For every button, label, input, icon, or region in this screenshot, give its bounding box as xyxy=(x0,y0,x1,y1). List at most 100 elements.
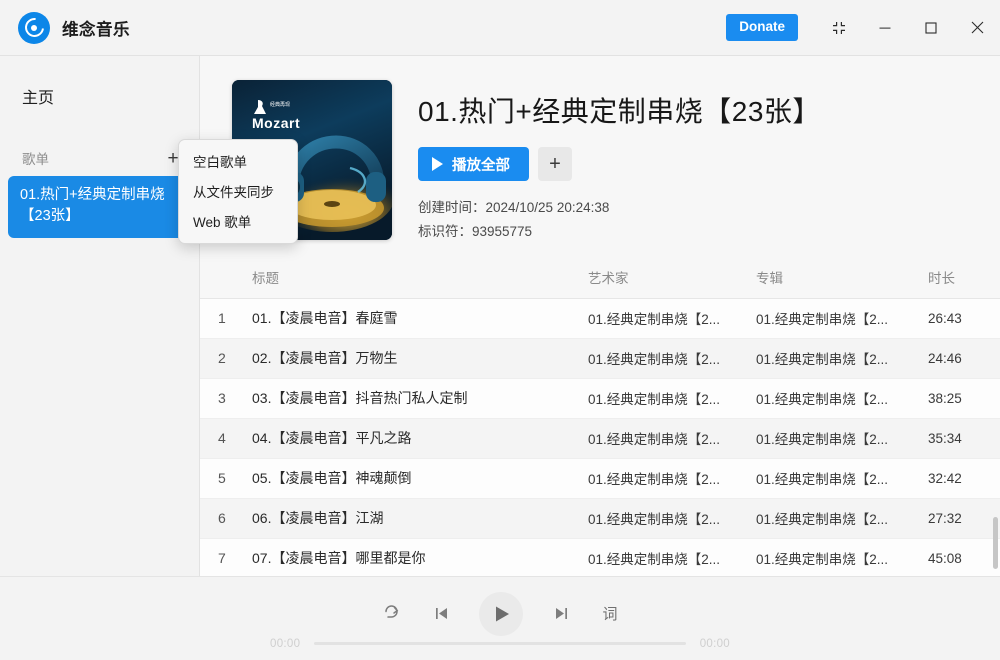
lyrics-button[interactable]: 词 xyxy=(599,602,621,626)
track-index: 1 xyxy=(200,299,252,339)
add-songs-button[interactable]: + xyxy=(538,147,572,181)
track-artist: 01.经典定制串烧【2... xyxy=(588,539,756,576)
table-header-row: 标题 艺术家 专辑 时长 xyxy=(200,261,1000,299)
menu-item-sync-from-folder[interactable]: 从文件夹同步 xyxy=(179,176,297,206)
minimize-icon[interactable] xyxy=(862,0,908,55)
track-album: 01.经典定制串烧【2... xyxy=(756,339,928,379)
scrollbar-thumb[interactable] xyxy=(993,517,998,569)
track-title: 05.【凌晨电音】神魂颠倒 xyxy=(252,459,588,499)
track-table-head: 标题 艺术家 专辑 时长 xyxy=(200,261,1000,299)
track-duration: 45:08 xyxy=(928,539,1000,576)
table-row[interactable]: 404.【凌晨电音】平凡之路01.经典定制串烧【2...01.经典定制串烧【2.… xyxy=(200,419,1000,459)
play-all-button[interactable]: 播放全部 xyxy=(418,147,529,181)
create-playlist-menu: 空白歌单 从文件夹同步 Web 歌单 xyxy=(178,139,298,244)
track-index: 3 xyxy=(200,379,252,419)
track-list-scrollbar[interactable] xyxy=(993,517,998,576)
page-title: 01.热门+经典定制串烧【23张】 xyxy=(418,90,821,130)
track-index: 5 xyxy=(200,459,252,499)
track-artist: 01.经典定制串烧【2... xyxy=(588,499,756,539)
compress-icon[interactable] xyxy=(816,0,862,55)
sidebar-section-playlists: 歌单 + xyxy=(0,146,199,170)
track-artist: 01.经典定制串烧【2... xyxy=(588,299,756,339)
player-progress: 00:00 00:00 xyxy=(270,638,730,650)
track-index: 7 xyxy=(200,539,252,576)
app-brand: 维念音乐 xyxy=(0,12,130,44)
menu-item-web-playlist[interactable]: Web 歌单 xyxy=(179,206,297,236)
playlist-info: 01.热门+经典定制串烧【23张】 播放全部 + 创建时间：2024/10/25… xyxy=(418,80,821,243)
track-duration: 38:25 xyxy=(928,379,1000,419)
track-title: 03.【凌晨电音】抖音热门私人定制 xyxy=(252,379,588,419)
track-album: 01.经典定制串烧【2... xyxy=(756,539,928,576)
track-artist: 01.经典定制串烧【2... xyxy=(588,379,756,419)
column-header-artist[interactable]: 艺术家 xyxy=(588,261,756,299)
play-icon xyxy=(432,157,443,171)
sidebar-section-label: 歌单 xyxy=(22,148,49,168)
play-pause-button[interactable] xyxy=(479,592,523,636)
maximize-icon[interactable] xyxy=(908,0,954,55)
track-artist: 01.经典定制串烧【2... xyxy=(588,419,756,459)
previous-track-icon[interactable] xyxy=(429,602,453,626)
playlist-header: Mozart 经典再现 01.热门+经典定制串烧【23张】 播放全部 + xyxy=(200,56,1000,243)
column-header-duration[interactable]: 时长 xyxy=(928,261,1000,299)
title-bar: 维念音乐 Donate xyxy=(0,0,1000,56)
music-circle-logo-icon xyxy=(18,12,50,44)
track-duration: 32:42 xyxy=(928,459,1000,499)
track-title: 04.【凌晨电音】平凡之路 xyxy=(252,419,588,459)
track-album: 01.经典定制串烧【2... xyxy=(756,499,928,539)
track-index: 2 xyxy=(200,339,252,379)
track-duration: 26:43 xyxy=(928,299,1000,339)
playlist-actions: 播放全部 + xyxy=(418,147,821,181)
svg-text:Mozart: Mozart xyxy=(252,115,300,131)
app-body: 主页 歌单 + 01.热门+经典定制串烧【23张】 xyxy=(0,56,1000,576)
column-header-index[interactable] xyxy=(200,261,252,299)
sidebar-item-home[interactable]: 主页 xyxy=(0,78,199,114)
table-row[interactable]: 101.【凌晨电音】春庭雪01.经典定制串烧【2...01.经典定制串烧【2..… xyxy=(200,299,1000,339)
table-row[interactable]: 707.【凌晨电音】哪里都是你01.经典定制串烧【2...01.经典定制串烧【2… xyxy=(200,539,1000,576)
identifier-label: 标识符： xyxy=(418,224,472,239)
track-title: 06.【凌晨电音】江湖 xyxy=(252,499,588,539)
created-time-label: 创建时间： xyxy=(418,200,486,215)
sidebar-item-playlist[interactable]: 01.热门+经典定制串烧【23张】 xyxy=(8,176,191,238)
track-index: 4 xyxy=(200,419,252,459)
svg-text:经典再现: 经典再现 xyxy=(270,101,290,108)
table-row[interactable]: 202.【凌晨电音】万物生01.经典定制串烧【2...01.经典定制串烧【2..… xyxy=(200,339,1000,379)
track-title: 07.【凌晨电音】哪里都是你 xyxy=(252,539,588,576)
track-duration: 24:46 xyxy=(928,339,1000,379)
elapsed-time: 00:00 xyxy=(270,638,300,650)
table-row[interactable]: 606.【凌晨电音】江湖01.经典定制串烧【2...01.经典定制串烧【2...… xyxy=(200,499,1000,539)
track-table-body: 101.【凌晨电音】春庭雪01.经典定制串烧【2...01.经典定制串烧【2..… xyxy=(200,299,1000,576)
track-index: 6 xyxy=(200,499,252,539)
created-time-value: 2024/10/25 20:24:38 xyxy=(486,200,610,215)
track-album: 01.经典定制串烧【2... xyxy=(756,419,928,459)
track-album: 01.经典定制串烧【2... xyxy=(756,299,928,339)
identifier-value: 93955775 xyxy=(472,224,532,239)
total-time: 00:00 xyxy=(700,638,730,650)
track-table: 标题 艺术家 专辑 时长 101.【凌晨电音】春庭雪01.经典定制串烧【2...… xyxy=(200,261,1000,576)
track-album: 01.经典定制串烧【2... xyxy=(756,459,928,499)
table-row[interactable]: 505.【凌晨电音】神魂颠倒01.经典定制串烧【2...01.经典定制串烧【2.… xyxy=(200,459,1000,499)
playlist-meta: 创建时间：2024/10/25 20:24:38 标识符：93955775 xyxy=(418,196,821,243)
app-title: 维念音乐 xyxy=(62,16,130,40)
menu-item-blank-playlist[interactable]: 空白歌单 xyxy=(179,146,297,176)
column-header-album[interactable]: 专辑 xyxy=(756,261,928,299)
track-title: 02.【凌晨电音】万物生 xyxy=(252,339,588,379)
track-title: 01.【凌晨电音】春庭雪 xyxy=(252,299,588,339)
next-track-icon[interactable] xyxy=(549,602,573,626)
created-time-row: 创建时间：2024/10/25 20:24:38 xyxy=(418,196,821,220)
identifier-row: 标识符：93955775 xyxy=(418,220,821,244)
column-header-title[interactable]: 标题 xyxy=(252,261,588,299)
close-icon[interactable] xyxy=(954,0,1000,55)
player-bar: 词 00:00 00:00 xyxy=(0,576,1000,660)
app-window: 维念音乐 Donate 主页 歌单 xyxy=(0,0,1000,660)
track-artist: 01.经典定制串烧【2... xyxy=(588,339,756,379)
track-duration: 35:34 xyxy=(928,419,1000,459)
track-table-wrapper: 标题 艺术家 专辑 时长 101.【凌晨电音】春庭雪01.经典定制串烧【2...… xyxy=(200,261,1000,576)
track-artist: 01.经典定制串烧【2... xyxy=(588,459,756,499)
repeat-icon[interactable] xyxy=(379,602,403,626)
progress-slider[interactable] xyxy=(314,642,685,645)
table-row[interactable]: 303.【凌晨电音】抖音热门私人定制01.经典定制串烧【2...01.经典定制串… xyxy=(200,379,1000,419)
window-controls: Donate xyxy=(726,0,1000,55)
sidebar: 主页 歌单 + 01.热门+经典定制串烧【23张】 xyxy=(0,56,200,576)
track-album: 01.经典定制串烧【2... xyxy=(756,379,928,419)
donate-button[interactable]: Donate xyxy=(726,14,798,41)
